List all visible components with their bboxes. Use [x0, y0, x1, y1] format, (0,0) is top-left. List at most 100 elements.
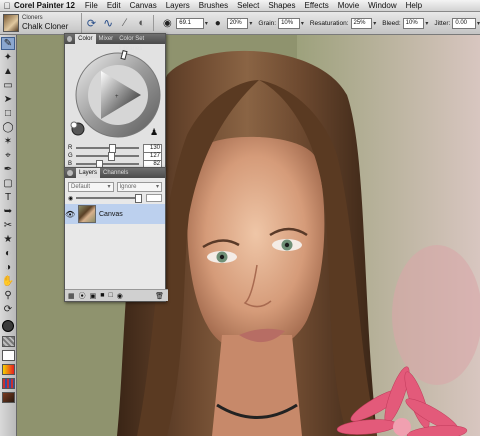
size-icon: ◉	[163, 17, 172, 29]
scissors-tool-icon[interactable]: ✂	[1, 219, 15, 232]
menu-canvas[interactable]: Canvas	[130, 1, 157, 10]
nozzle-selector-icon[interactable]	[1, 391, 15, 404]
dodge-tool-icon[interactable]: ◐	[1, 247, 15, 260]
svg-text:♟: ♟	[150, 128, 158, 138]
red-slider[interactable]	[76, 144, 139, 153]
layer-mask-icon[interactable]: ■	[100, 292, 104, 299]
tab-channels[interactable]: Channels	[100, 168, 131, 178]
menu-file[interactable]: File	[85, 1, 98, 10]
weaving-selector-icon[interactable]	[1, 377, 15, 390]
rectangular-selection-tool-icon[interactable]: □	[1, 107, 15, 120]
lasso-tool-icon[interactable]: ◯	[1, 121, 15, 134]
paper-selector-icon[interactable]	[1, 335, 15, 348]
app-menu[interactable]: Corel Painter 12	[14, 1, 75, 10]
opacity-row: ◉	[68, 194, 162, 203]
gradient-selector-icon[interactable]	[1, 363, 15, 376]
bleed-field[interactable]: 10%	[402, 17, 425, 29]
layer-opacity-icon: ◉	[68, 195, 74, 202]
size-field[interactable]: 69.1	[176, 17, 204, 29]
separator	[152, 15, 154, 31]
rectangle-shape-tool-icon[interactable]: ▢	[1, 177, 15, 190]
eraser-tool-icon[interactable]: ▭	[1, 79, 15, 92]
layer-name: Canvas	[99, 210, 123, 218]
layer-commands-icon[interactable]: ▦	[68, 292, 75, 300]
menu-select[interactable]: Select	[237, 1, 259, 10]
eye-visibility-icon[interactable]: 👁	[65, 210, 75, 219]
brush-selector[interactable]: Cloners Chalk Cloner	[0, 13, 82, 33]
resaturation-dropdown-icon[interactable]: ▾	[373, 20, 376, 27]
panel-close-icon[interactable]	[67, 36, 73, 42]
jitter-field[interactable]: 0.00	[452, 17, 476, 29]
menu-edit[interactable]: Edit	[107, 1, 121, 10]
menu-movie[interactable]: Movie	[338, 1, 359, 10]
burn-tool-icon[interactable]: ◑	[1, 261, 15, 274]
paint-bucket-tool-icon[interactable]: ▲	[1, 65, 15, 78]
menu-shapes[interactable]: Shapes	[268, 1, 295, 10]
tab-color-set-libraries[interactable]: Color Set Libraries	[116, 34, 165, 52]
pattern-selector-icon[interactable]	[1, 349, 15, 362]
jitter-label: Jitter:	[434, 19, 451, 27]
text-tool-icon[interactable]: T	[1, 191, 15, 204]
green-slider[interactable]	[76, 152, 139, 161]
menu-brushes[interactable]: Brushes	[199, 1, 228, 10]
opacity-icon: ●	[214, 17, 221, 29]
menu-bar:  Corel Painter 12 File Edit Canvas Laye…	[0, 0, 480, 12]
grabber-tool-icon[interactable]: ✋	[1, 275, 15, 288]
menu-effects[interactable]: Effects	[304, 1, 328, 10]
blue-slider[interactable]	[76, 160, 139, 169]
cloner-tool-icon[interactable]: ★	[1, 233, 15, 246]
layers-panel: Layers Channels Default Ignore ◉ 👁 Canva…	[64, 167, 168, 302]
brush-tool-icon[interactable]: ✎	[1, 37, 15, 50]
shape-selection-tool-icon[interactable]: ➥	[1, 205, 15, 218]
composite-depth-dropdown[interactable]: Ignore	[116, 182, 162, 192]
pen-tool-icon[interactable]: ✒	[1, 163, 15, 176]
toolbox: ✎ ✦ ▲ ▭ ➤ □ ◯ ✶ ⌖ ✒ ▢ T ➥ ✂ ★ ◐ ◑ ✋ ⚲ ⟳	[0, 35, 17, 436]
delete-layer-icon[interactable]: 🗑	[155, 292, 164, 300]
dropper-tool-icon[interactable]: ✦	[1, 51, 15, 64]
layer-opacity-slider[interactable]	[76, 194, 142, 203]
opacity-dropdown-icon[interactable]: ▾	[249, 20, 252, 27]
freehand-stroke-icon[interactable]: ∿	[101, 16, 115, 30]
layer-opacity-knob[interactable]	[135, 194, 142, 203]
brush-ghost-icon[interactable]: ◐	[135, 16, 149, 30]
menu-help[interactable]: Help	[406, 1, 422, 10]
size-dropdown-icon[interactable]: ▾	[205, 20, 208, 27]
brush-reset-icon[interactable]: ⟳	[85, 16, 99, 30]
panel-close-icon[interactable]	[67, 170, 73, 176]
brush-category-label: Cloners	[22, 15, 43, 21]
tab-layers[interactable]: Layers	[76, 168, 101, 178]
resaturation-field[interactable]: 25%	[350, 17, 373, 29]
rotate-page-tool-icon[interactable]: ⟳	[1, 303, 15, 316]
layers-panel-tabs: Layers Channels	[65, 168, 165, 178]
tab-color[interactable]: Color	[75, 34, 96, 44]
straight-stroke-icon[interactable]: ∕	[118, 16, 132, 30]
layer-opacity-field[interactable]	[146, 194, 162, 202]
color-wheel[interactable]: + ♟	[68, 47, 162, 141]
new-group-icon[interactable]: ▣	[90, 292, 97, 300]
red-label: R	[68, 145, 73, 151]
apple-icon[interactable]: 	[0, 1, 14, 11]
tab-mixer[interactable]: Mixer	[96, 34, 117, 44]
lock-layer-icon[interactable]: ◉	[117, 292, 123, 300]
magnifier-tool-icon[interactable]: ⚲	[1, 289, 15, 302]
bleed-dropdown-icon[interactable]: ▾	[425, 20, 428, 27]
color-panel-tabs: Color Mixer Color Set Libraries	[65, 34, 165, 52]
color-panel: Color Mixer Color Set Libraries + ♟ R 13…	[64, 33, 166, 169]
grain-field[interactable]: 10%	[278, 17, 300, 29]
color-wheel-graphic[interactable]: + ♟	[68, 47, 162, 141]
menu-layers[interactable]: Layers	[166, 1, 190, 10]
magic-wand-tool-icon[interactable]: ✶	[1, 135, 15, 148]
layer-row-canvas[interactable]: 👁 Canvas	[65, 204, 165, 224]
green-label: G	[68, 153, 73, 159]
grain-dropdown-icon[interactable]: ▾	[301, 20, 304, 27]
crop-tool-icon[interactable]: ⌖	[1, 149, 15, 162]
main-color-swatch-icon[interactable]	[1, 319, 15, 332]
layer-adjuster-tool-icon[interactable]: ➤	[1, 93, 15, 106]
dynamic-plugins-icon[interactable]: ⦿	[79, 291, 86, 301]
menu-window[interactable]: Window	[368, 1, 396, 10]
brush-thumbnail	[3, 14, 19, 32]
composite-row: Default Ignore	[68, 182, 162, 192]
opacity-field[interactable]: 20%	[226, 17, 249, 29]
composite-method-dropdown[interactable]: Default	[68, 182, 114, 192]
new-layer-icon[interactable]: □	[108, 292, 112, 299]
